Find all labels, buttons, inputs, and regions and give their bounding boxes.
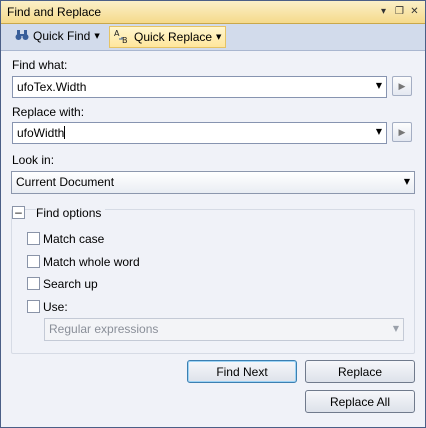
replace-with-label: Replace with: — [12, 105, 85, 119]
match-whole-word-checkbox[interactable] — [27, 255, 40, 268]
match-case-label[interactable]: Match case — [43, 232, 104, 246]
quick-replace-label: Quick Replace — [134, 30, 213, 44]
quick-find-button[interactable]: Quick Find ▼ — [11, 26, 104, 46]
match-whole-word-label[interactable]: Match whole word — [43, 255, 140, 269]
replace-all-button[interactable]: Replace All — [305, 390, 415, 413]
find-next-button[interactable]: Find Next — [187, 360, 297, 383]
close-icon[interactable]: ✕ — [408, 5, 421, 18]
replace-expression-builder-button[interactable]: ▶ — [392, 122, 412, 142]
quick-find-label: Quick Find — [33, 29, 91, 43]
use-label[interactable]: Use: — [43, 300, 68, 314]
replace-icon: AB — [114, 28, 130, 47]
look-in-label: Look in: — [12, 153, 55, 167]
toolbar: Quick Find ▼ AB Quick Replace ▼ — [1, 24, 425, 51]
search-up-checkbox[interactable] — [27, 277, 40, 290]
expression-builder-button[interactable]: ▶ — [392, 76, 412, 96]
chevron-down-icon[interactable]: ▼ — [376, 127, 382, 136]
text-cursor — [64, 126, 66, 139]
title-bar[interactable]: Find and Replace ▾ ❐ ✕ — [1, 1, 425, 24]
find-replace-window: Find and Replace ▾ ❐ ✕ Quick Find ▼ AB Q… — [0, 0, 426, 428]
window-title: Find and Replace — [7, 5, 102, 19]
look-in-value: Current Document — [16, 175, 115, 189]
match-case-checkbox[interactable] — [27, 232, 40, 245]
chevron-down-icon[interactable]: ▼ — [376, 81, 382, 90]
find-what-value: ufoTex.Width — [17, 80, 87, 94]
chevron-down-icon: ▼ — [403, 177, 410, 186]
chevron-down-icon: ▼ — [216, 33, 222, 41]
svg-text:B: B — [122, 36, 128, 44]
replace-with-value: ufoWidth — [17, 126, 66, 140]
window-position-menu-icon[interactable]: ▾ — [377, 5, 390, 18]
search-up-label[interactable]: Search up — [43, 277, 98, 291]
replace-with-combobox[interactable]: ufoWidth ▼ — [12, 122, 387, 144]
use-checkbox[interactable] — [27, 300, 40, 313]
svg-text:A: A — [114, 29, 120, 38]
find-options-title: Find options — [36, 206, 106, 220]
find-what-combobox[interactable]: ufoTex.Width ▼ — [12, 76, 387, 98]
replace-with-text: ufoWidth — [17, 126, 65, 140]
find-what-label: Find what: — [12, 58, 68, 72]
quick-replace-button[interactable]: AB Quick Replace ▼ — [109, 26, 227, 48]
use-type-select: Regular expressions ▼ — [44, 318, 404, 341]
use-type-value: Regular expressions — [49, 322, 159, 336]
look-in-select[interactable]: Current Document ▼ — [11, 171, 415, 194]
chevron-down-icon: ▼ — [94, 32, 100, 40]
binoculars-icon — [15, 29, 29, 44]
restore-icon[interactable]: ❐ — [393, 5, 406, 18]
collapse-options-button[interactable]: – — [12, 206, 25, 219]
replace-button[interactable]: Replace — [305, 360, 415, 383]
chevron-down-icon: ▼ — [392, 324, 399, 333]
